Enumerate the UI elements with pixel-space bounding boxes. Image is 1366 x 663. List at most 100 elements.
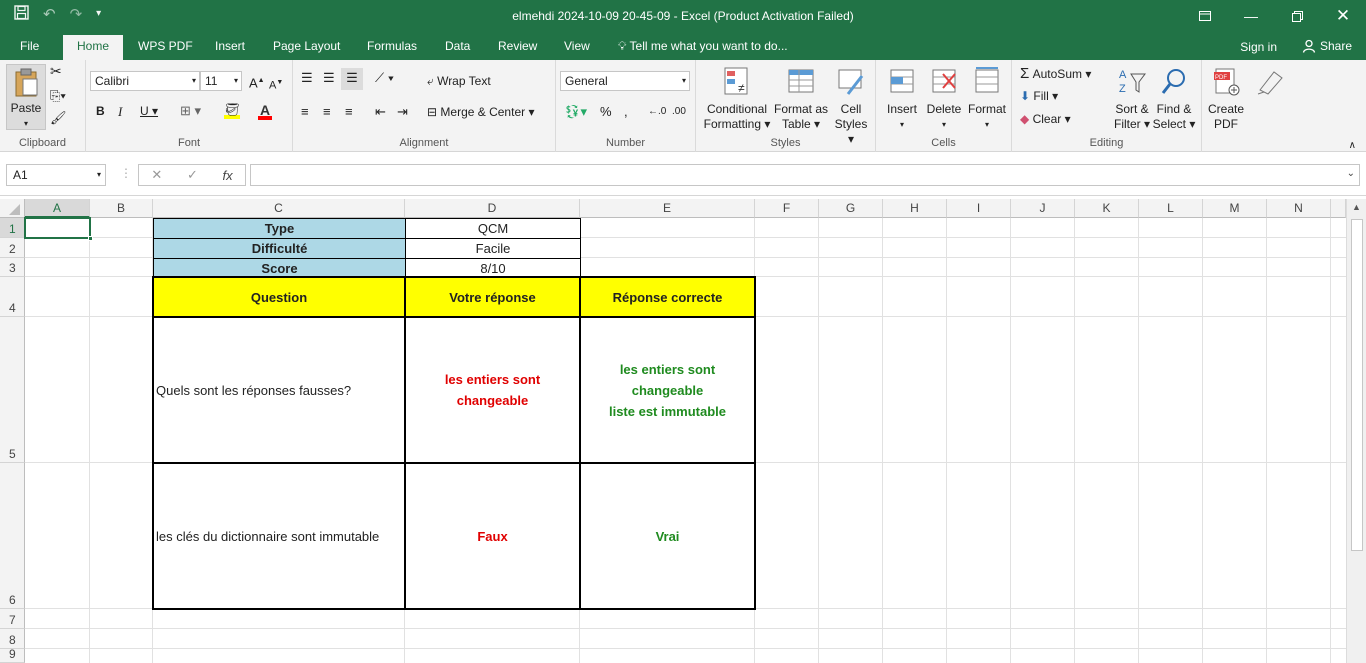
tab-insert[interactable]: Insert	[215, 39, 245, 53]
column-header-m[interactable]: M	[1203, 199, 1267, 218]
insert-function-icon[interactable]: fx	[223, 168, 233, 183]
cell-d5[interactable]: les entiers sont changeable	[404, 316, 581, 464]
cell-d4[interactable]: Votre réponse	[404, 276, 581, 318]
align-middle-icon[interactable]: ☰	[323, 70, 335, 85]
column-header-n[interactable]: N	[1267, 199, 1331, 218]
column-header-k[interactable]: K	[1075, 199, 1139, 218]
align-right-icon[interactable]: ≡	[345, 104, 353, 119]
sign-in-link[interactable]: Sign in	[1240, 40, 1277, 54]
cell-c4[interactable]: Question	[152, 276, 406, 318]
cell-c5[interactable]: Quels sont les réponses fausses?	[152, 316, 406, 464]
sort-filter-button[interactable]: AZ Sort & Filter ▾	[1112, 66, 1152, 132]
font-color-icon[interactable]: A	[258, 103, 272, 120]
column-header-j[interactable]: J	[1011, 199, 1075, 218]
cancel-icon[interactable]: ✕	[151, 167, 162, 183]
align-center-icon[interactable]: ≡	[323, 104, 331, 119]
format-as-table-button[interactable]: Format as Table ▾	[772, 66, 830, 132]
cut-icon[interactable]: ✂	[50, 64, 62, 79]
increase-decimal-icon[interactable]: ←.0	[648, 104, 666, 119]
comma-icon[interactable]: ,	[624, 104, 628, 119]
align-top-icon[interactable]: ☰	[301, 70, 313, 85]
cell-e5[interactable]: les entiers sont changeable liste est im…	[579, 316, 756, 464]
worksheet-grid[interactable]: A B C D E F G H I J K L M N 1 2 3 4 5 6 …	[0, 196, 1366, 663]
column-header-f[interactable]: F	[755, 199, 819, 218]
tab-formulas[interactable]: Formulas	[367, 39, 417, 53]
create-pdf-button[interactable]: PDF Create PDF	[1206, 66, 1246, 132]
collapse-ribbon-icon[interactable]: ∧	[1349, 138, 1356, 153]
cell-e6[interactable]: Vrai	[579, 462, 756, 610]
decrease-decimal-icon[interactable]: .00	[672, 104, 686, 119]
row-header-9[interactable]: 9	[0, 647, 25, 663]
row-header-3[interactable]: 3	[0, 258, 25, 277]
align-left-icon[interactable]: ≡	[301, 104, 309, 119]
clear-button[interactable]: ◆ Clear ▾	[1020, 112, 1071, 127]
column-header-e[interactable]: E	[580, 199, 755, 218]
currency-icon[interactable]: 💱︎▾	[564, 104, 587, 119]
cell-c3[interactable]: Score	[153, 258, 406, 278]
tab-home[interactable]: Home	[63, 35, 124, 60]
share-button[interactable]: Share	[1302, 39, 1352, 53]
enter-icon[interactable]: ✓	[187, 167, 198, 183]
decrease-indent-icon[interactable]: ⇤	[375, 104, 386, 119]
fill-button[interactable]: ⬇︎ Fill ▾	[1020, 89, 1058, 104]
find-select-button[interactable]: Find & Select ▾	[1152, 66, 1196, 132]
increase-indent-icon[interactable]: ⇥	[397, 104, 408, 119]
column-header-h[interactable]: H	[883, 199, 947, 218]
column-header-o[interactable]	[1331, 199, 1346, 218]
italic-button[interactable]: I	[118, 104, 122, 119]
expand-formula-bar-icon[interactable]: ⌄	[1347, 168, 1355, 179]
underline-button[interactable]: U ▾	[140, 104, 158, 119]
paste-button[interactable]: Paste ▾	[6, 64, 46, 130]
cell-d3[interactable]: 8/10	[405, 258, 581, 278]
tab-page-layout[interactable]: Page Layout	[273, 39, 340, 53]
wrap-text-button[interactable]: ⤶ Wrap Text	[427, 74, 491, 89]
ribbon-display-options-icon[interactable]	[1182, 0, 1228, 32]
signature-icon[interactable]	[1254, 66, 1286, 102]
row-header-2[interactable]: 2	[0, 238, 25, 258]
format-painter-icon[interactable]: 🖌︎	[50, 110, 67, 125]
increase-font-icon[interactable]: A▲	[249, 73, 265, 90]
column-header-c[interactable]: C	[153, 199, 405, 218]
cell-styles-button[interactable]: Cell Styles ▾	[830, 66, 872, 147]
font-name-dropdown[interactable]: Calibri ▾	[90, 71, 200, 91]
borders-icon[interactable]: ⊞ ▾	[180, 103, 201, 118]
tab-view[interactable]: View	[564, 39, 590, 53]
tab-review[interactable]: Review	[498, 39, 537, 53]
fill-handle[interactable]	[88, 236, 93, 241]
cell-d1[interactable]: QCM	[405, 218, 581, 239]
cell-d6[interactable]: Faux	[404, 462, 581, 610]
format-cells-button[interactable]: Format ▾	[966, 66, 1008, 132]
select-all-corner[interactable]	[0, 199, 25, 218]
scroll-up-icon[interactable]: ▲	[1352, 202, 1361, 212]
copy-icon[interactable]: ⎘▾	[50, 88, 66, 103]
cell-e4[interactable]: Réponse correcte	[579, 276, 756, 318]
cell-c6[interactable]: les clés du dictionnaire sont immutable	[152, 462, 406, 610]
insert-cells-button[interactable]: Insert ▾	[882, 66, 922, 132]
row-header-6[interactable]: 6	[0, 463, 25, 609]
formula-bar-handle-icon[interactable]: ⋮	[120, 166, 132, 180]
delete-cells-button[interactable]: Delete ▾	[924, 66, 964, 132]
conditional-formatting-button[interactable]: ≠ Conditional Formatting ▾	[702, 66, 772, 132]
column-header-g[interactable]: G	[819, 199, 883, 218]
minimize-icon[interactable]: —	[1228, 0, 1274, 32]
row-header-7[interactable]: 7	[0, 609, 25, 629]
align-bottom-icon[interactable]: ☰	[341, 68, 363, 90]
restore-icon[interactable]	[1274, 0, 1320, 32]
column-header-b[interactable]: B	[90, 199, 153, 218]
merge-center-button[interactable]: ⊟ Merge & Center ▾	[427, 105, 534, 120]
orientation-icon[interactable]: ⟋ ▾	[375, 70, 394, 85]
number-format-dropdown[interactable]: General ▾	[560, 71, 690, 91]
percent-icon[interactable]: %	[600, 104, 612, 119]
row-header-8[interactable]: 8	[0, 629, 25, 649]
column-header-i[interactable]: I	[947, 199, 1011, 218]
row-header-5[interactable]: 5	[0, 317, 25, 463]
close-icon[interactable]: ✕	[1320, 0, 1366, 32]
font-size-dropdown[interactable]: 11 ▾	[200, 71, 242, 91]
vertical-scrollbar[interactable]: ▲	[1346, 199, 1366, 663]
tell-me-search[interactable]: 💡︎ Tell me what you want to do...	[618, 39, 788, 54]
tab-file[interactable]: File	[20, 39, 39, 53]
bold-button[interactable]: B	[96, 104, 105, 119]
row-header-4[interactable]: 4	[0, 277, 25, 317]
cell-d2[interactable]: Facile	[405, 238, 581, 259]
cell-c2[interactable]: Difficulté	[153, 238, 406, 259]
